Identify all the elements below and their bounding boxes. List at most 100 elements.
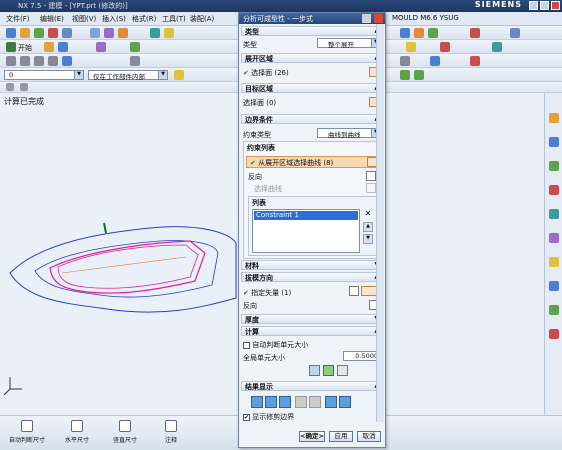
navigator-tab-icon[interactable] [549, 113, 559, 123]
result-disabled-icon-2[interactable] [309, 396, 321, 408]
line-icon[interactable] [6, 56, 16, 66]
vector-dialog-icon[interactable] [349, 286, 359, 296]
result-export-icon[interactable] [339, 396, 351, 408]
move-down-icon[interactable]: ▼ [363, 234, 373, 244]
compute-report-icon[interactable] [337, 365, 348, 376]
graphics-viewport-right[interactable] [384, 93, 544, 415]
part-navigator-icon[interactable] [44, 42, 54, 52]
snap-icon[interactable] [6, 83, 14, 91]
unfold-select-face-row[interactable]: ✔ 选择面 (26) [243, 68, 289, 78]
list-item-constraint-1[interactable]: Constraint 1 [254, 211, 358, 220]
reuse-tab-icon[interactable] [549, 185, 559, 195]
hole-icon[interactable] [150, 28, 160, 38]
palette-tab-icon[interactable] [549, 305, 559, 315]
start-icon[interactable] [6, 42, 16, 52]
auto-mesh-checkbox[interactable] [243, 341, 250, 349]
menu-assembly[interactable]: 装配(A) [190, 14, 214, 24]
select-curve-row[interactable]: ✔ 从展开区域选择曲线 (8) [246, 156, 379, 168]
section-unfold-region-header[interactable]: 展开区域▲ [241, 53, 383, 63]
section-compute-header[interactable]: 计算▲ [241, 326, 383, 336]
select-all-icon[interactable] [174, 70, 184, 80]
close-window-button[interactable] [551, 1, 560, 10]
section-boundary-header[interactable]: 边界条件▲ [241, 114, 383, 124]
vertical-dimension-button[interactable]: 竖直尺寸 [102, 420, 148, 444]
blend-icon[interactable] [164, 28, 174, 38]
type-dropdown[interactable]: 整个展开▼ [317, 38, 381, 49]
note-button[interactable]: 注释 [148, 420, 194, 444]
web-tab-icon[interactable] [549, 233, 559, 243]
mould-tool-icon[interactable] [400, 28, 410, 38]
trim-icon[interactable] [130, 56, 140, 66]
revolve-icon[interactable] [118, 28, 128, 38]
mould-parting-icon[interactable] [414, 28, 424, 38]
section-type-header[interactable]: 类型▲ [241, 26, 383, 36]
render-icon[interactable] [96, 42, 106, 52]
maximize-button[interactable] [540, 1, 549, 10]
circle-icon[interactable] [48, 56, 58, 66]
orient-icon[interactable] [130, 42, 140, 52]
sketch-icon[interactable] [90, 28, 100, 38]
assembly-tab-icon[interactable] [549, 137, 559, 147]
undo-icon[interactable] [48, 28, 58, 38]
system-tab-icon[interactable] [549, 281, 559, 291]
training-tab-icon[interactable] [549, 329, 559, 339]
move-up-icon[interactable]: ▲ [363, 222, 373, 232]
result-disabled-icon-1[interactable] [295, 396, 307, 408]
constraint-listbox[interactable]: Constraint 1 [252, 209, 360, 253]
dialog-close-button[interactable] [374, 14, 383, 23]
graphics-viewport[interactable]: 计算已完成 [0, 93, 240, 415]
compute-run-icon[interactable] [323, 365, 334, 376]
target-curve-icon[interactable] [366, 183, 376, 193]
selection-filter-dropdown[interactable]: 0 ▼ [4, 70, 84, 80]
scope-dropdown[interactable]: 仅在工作部件内部 ▼ [88, 70, 168, 81]
result-strain-icon[interactable] [265, 396, 277, 408]
save-icon[interactable] [34, 28, 44, 38]
redo-icon[interactable] [62, 28, 72, 38]
section-draw-direction-header[interactable]: 拔模方向▲ [241, 272, 383, 282]
text-icon[interactable] [62, 56, 72, 66]
mould-cavity-icon[interactable] [470, 28, 480, 38]
history-tab-icon[interactable] [549, 209, 559, 219]
wcs-icon[interactable] [430, 56, 440, 66]
constraint-type-dropdown[interactable]: 曲线到曲线▼ [317, 128, 381, 139]
menu-format[interactable]: 格式(R) [132, 14, 156, 24]
menu-tools[interactable]: 工具(T) [162, 14, 186, 24]
snap-grid-icon[interactable] [20, 83, 28, 91]
auto-dimension-button[interactable]: 自动判断尺寸 [4, 420, 50, 444]
delete-icon[interactable]: ✕ [363, 209, 373, 219]
start-button-label[interactable]: 开始 [18, 43, 32, 53]
extrude-icon[interactable] [104, 28, 114, 38]
section-thickness-header[interactable]: 厚度▼ [241, 314, 383, 324]
result-stress-icon[interactable] [279, 396, 291, 408]
reverse-direction-icon[interactable] [366, 171, 376, 181]
auto-mesh-row[interactable]: 自动判断单元大小 [243, 340, 308, 350]
apply-button[interactable]: 应用 [329, 431, 353, 442]
menu-edit[interactable]: 编辑(E) [40, 14, 64, 24]
snap-endpoint-icon[interactable] [400, 70, 410, 80]
arc-icon[interactable] [20, 56, 30, 66]
show-trim-boundary-checkbox[interactable]: ✔ [243, 413, 250, 421]
analysis-icon[interactable] [406, 42, 416, 52]
section-target-region-header[interactable]: 目标区域▲ [241, 83, 383, 93]
show-trim-boundary-row[interactable]: ✔ 显示修剪边界 [243, 412, 294, 422]
new-file-icon[interactable] [6, 28, 16, 38]
ok-button[interactable]: <确定> [299, 431, 325, 442]
roles-tab-icon[interactable] [549, 257, 559, 267]
snap-point-icon[interactable] [400, 56, 410, 66]
menu-insert[interactable]: 插入(S) [102, 14, 126, 24]
part-tab-icon[interactable] [549, 161, 559, 171]
menu-mould[interactable]: MOULD M6.6 YSUG [392, 14, 459, 22]
mould-ejector-icon[interactable] [510, 28, 520, 38]
rectangle-icon[interactable] [34, 56, 44, 66]
cancel-button[interactable]: 取消 [357, 431, 381, 442]
mould-core-icon[interactable] [428, 28, 438, 38]
section-icon[interactable] [440, 42, 450, 52]
open-file-icon[interactable] [20, 28, 30, 38]
menu-view[interactable]: 视图(V) [72, 14, 96, 24]
assembly-navigator-icon[interactable] [58, 42, 68, 52]
snap-midpoint-icon[interactable] [414, 70, 424, 80]
section-result-header[interactable]: 结果显示▲ [241, 381, 383, 391]
horizontal-dimension-button[interactable]: 水平尺寸 [54, 420, 100, 444]
specify-vector-row[interactable]: ✔ 指定矢量 (1) [243, 288, 291, 298]
result-thickness-icon[interactable] [251, 396, 263, 408]
